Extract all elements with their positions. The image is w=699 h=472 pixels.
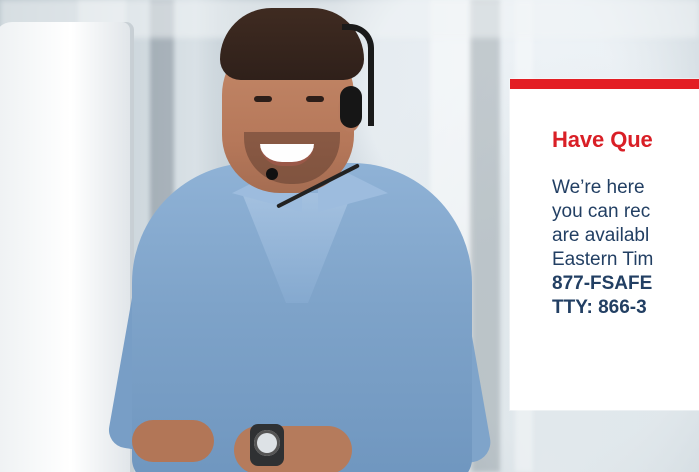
headset-mic-icon (266, 168, 278, 180)
wristwatch-icon (250, 424, 284, 466)
panel-title: Have Que (552, 127, 653, 152)
panel-line: are availabl (552, 225, 650, 246)
panel-copy: We’re here you can rec are availabl East… (552, 177, 699, 321)
hero-banner: Have Que We’re here you can rec are avai… (0, 0, 699, 472)
headset-earpiece (340, 86, 362, 128)
support-agent-image (106, 8, 494, 472)
right-eye (306, 96, 324, 102)
panel-line: Eastern Tim (552, 249, 654, 270)
left-eye (254, 96, 272, 102)
panel-accent-bar (510, 79, 699, 89)
questions-panel: Have Que We’re here you can rec are avai… (510, 79, 699, 410)
left-hand (132, 420, 214, 462)
panel-line: you can rec (552, 201, 651, 222)
panel-line: We’re here (552, 177, 645, 198)
tty-number: TTY: 866-3 (552, 297, 647, 318)
phone-number: 877-FSAFE (552, 273, 653, 294)
